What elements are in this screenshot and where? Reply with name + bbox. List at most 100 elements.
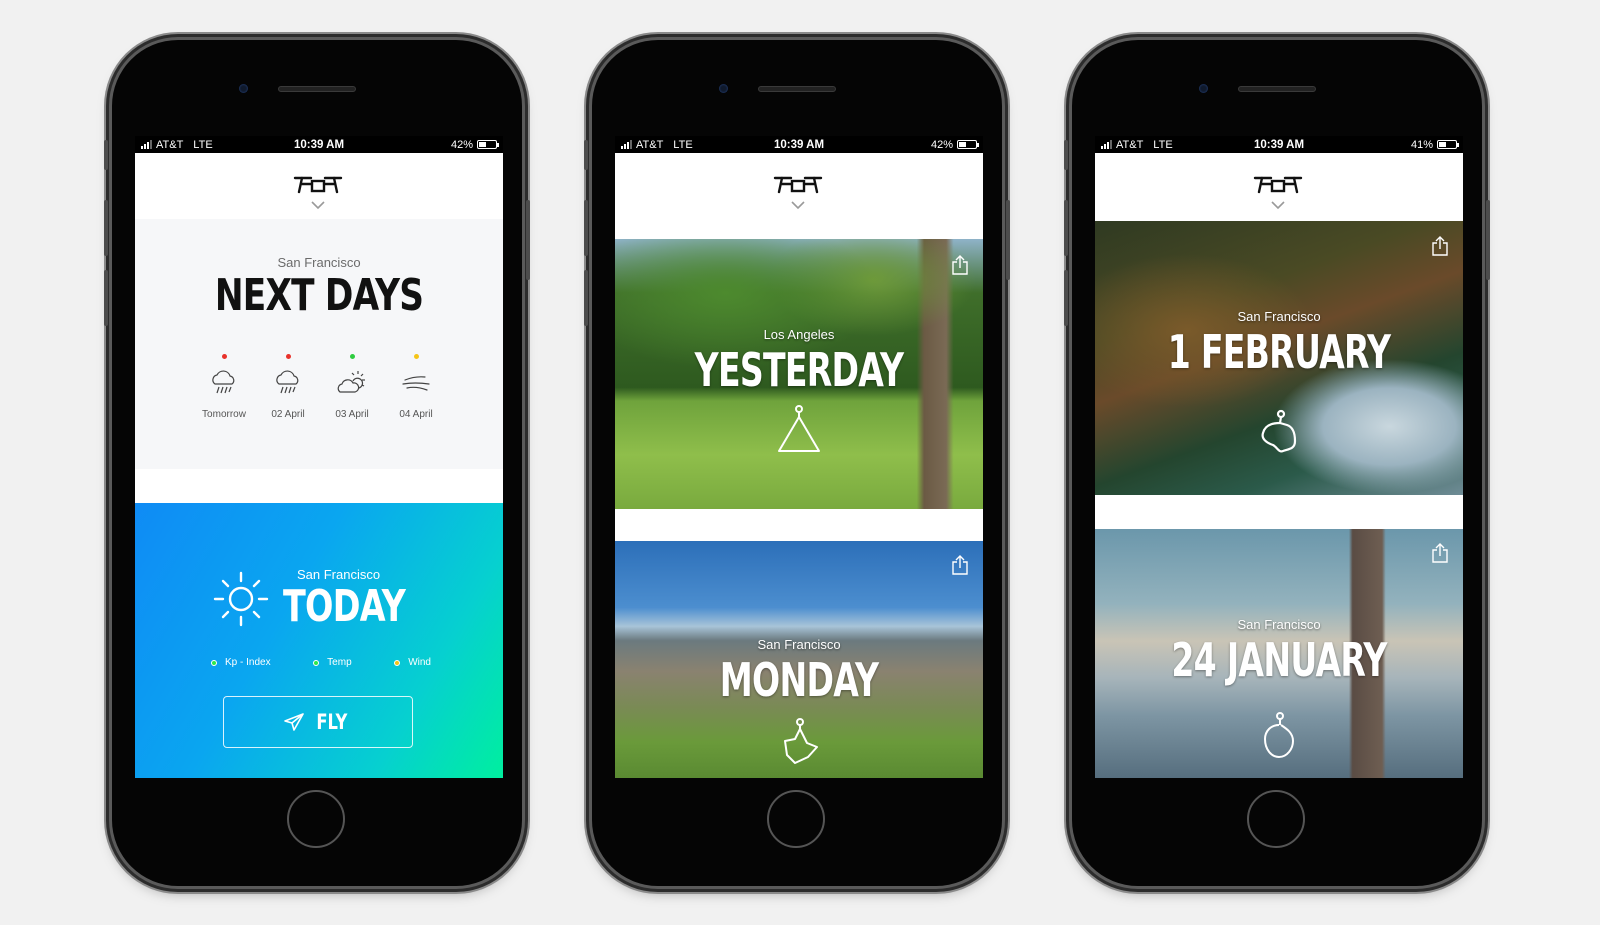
spacer bbox=[135, 469, 503, 503]
share-icon[interactable] bbox=[1431, 236, 1449, 256]
card-title: 1 FEBRUARY bbox=[1167, 325, 1391, 379]
forecast-item[interactable]: 02 April bbox=[259, 354, 317, 420]
spacer bbox=[1095, 495, 1463, 529]
indicator-dot bbox=[313, 659, 320, 666]
network-type: LTE bbox=[1153, 138, 1173, 151]
forecast-day: Tomorrow bbox=[202, 409, 246, 420]
carrier: AT&T bbox=[636, 138, 664, 151]
screen: AT&T LTE 10:39 AM 42% bbox=[135, 136, 503, 778]
city-label: San Francisco bbox=[757, 637, 841, 652]
forecast-item[interactable]: 03 April bbox=[323, 354, 381, 420]
chevron-down-icon[interactable] bbox=[311, 201, 325, 210]
signal-icon bbox=[1101, 140, 1112, 149]
front-camera bbox=[239, 84, 248, 93]
status-dot bbox=[349, 354, 355, 359]
rain-cloud-icon bbox=[276, 370, 299, 394]
clock: 10:39 AM bbox=[773, 138, 825, 151]
network-type: LTE bbox=[673, 138, 693, 151]
spacer bbox=[615, 509, 983, 541]
carrier: AT&T bbox=[1116, 138, 1144, 151]
forecast-item[interactable]: 04 April bbox=[387, 354, 445, 420]
flight-card[interactable]: Los Angeles YESTERDAY bbox=[615, 239, 983, 509]
flight-card[interactable]: San Francisco 1 FEBRUARY bbox=[1095, 221, 1463, 495]
signal-icon bbox=[141, 140, 152, 149]
app-showcase: AT&T LTE 10:39 AM 42% San Francisco NEXT… bbox=[0, 0, 1600, 925]
status-bar: AT&T LTE 10:39 AM 42% bbox=[135, 136, 503, 153]
battery: 41% bbox=[1411, 139, 1459, 151]
city-label: San Francisco bbox=[1237, 309, 1321, 324]
today-panel: San Francisco TODAY Kp - Index Temp Wind… bbox=[135, 503, 503, 778]
sun-icon bbox=[213, 571, 269, 627]
legend-label: Kp - Index bbox=[225, 657, 271, 668]
home-button[interactable] bbox=[767, 790, 825, 848]
app-header bbox=[1095, 153, 1463, 221]
phone-flight-history-2: AT&T LTE 10:39 AM 41% San Francisco 1 FE… bbox=[1064, 40, 1490, 886]
loop-route-icon bbox=[1264, 712, 1294, 758]
share-icon[interactable] bbox=[1431, 543, 1449, 563]
battery-icon bbox=[957, 140, 979, 149]
mute-switch bbox=[1064, 140, 1068, 170]
status-bar: AT&T LTE 10:39 AM 41% bbox=[1095, 136, 1463, 153]
card-title: MONDAY bbox=[719, 653, 879, 707]
battery-percent: 42% bbox=[930, 138, 953, 151]
home-button[interactable] bbox=[287, 790, 345, 848]
star-route-icon bbox=[784, 718, 818, 764]
volume-down-button bbox=[584, 270, 588, 326]
status-bar: AT&T LTE 10:39 AM 42% bbox=[615, 136, 983, 153]
city-label: San Francisco bbox=[277, 255, 361, 270]
city-label: San Francisco bbox=[297, 567, 381, 582]
forecast-day: 04 April bbox=[399, 409, 433, 420]
share-icon[interactable] bbox=[951, 255, 969, 275]
forecast-item[interactable]: Tomorrow bbox=[195, 354, 253, 420]
battery: 42% bbox=[930, 138, 979, 151]
forecast-list: Tomorrow 02 April 03 April 04 April bbox=[195, 354, 445, 420]
status-dot bbox=[221, 354, 227, 359]
drone-logo-icon[interactable] bbox=[292, 175, 344, 195]
home-button[interactable] bbox=[1247, 790, 1305, 848]
network-type: LTE bbox=[193, 138, 213, 151]
front-camera bbox=[719, 84, 728, 93]
flight-card[interactable]: San Francisco MONDAY bbox=[615, 541, 983, 778]
battery-icon bbox=[477, 140, 499, 149]
screen: AT&T LTE 10:39 AM 41% San Francisco 1 FE… bbox=[1095, 136, 1463, 778]
drone-logo-icon[interactable] bbox=[772, 175, 824, 195]
indicator-dot bbox=[211, 659, 217, 666]
legend-label: Wind bbox=[408, 657, 431, 668]
legend-item-temp: Temp bbox=[313, 657, 352, 668]
phone-next-days: AT&T LTE 10:39 AM 42% San Francisco NEXT… bbox=[104, 40, 530, 886]
wind-icon bbox=[402, 376, 430, 391]
fly-button[interactable]: FLY bbox=[223, 696, 413, 748]
section-title: TODAY bbox=[283, 581, 406, 632]
triangle-route-icon bbox=[778, 405, 820, 452]
volume-up-button bbox=[104, 200, 108, 256]
forecast-day: 03 April bbox=[335, 409, 369, 420]
volume-up-button bbox=[1064, 200, 1068, 256]
battery-icon bbox=[1437, 140, 1459, 149]
city-label: Los Angeles bbox=[763, 327, 835, 342]
fly-button-label: FLY bbox=[316, 710, 348, 734]
app-header bbox=[135, 153, 503, 219]
chevron-down-icon[interactable] bbox=[791, 201, 805, 210]
phone-flight-history: AT&T LTE 10:39 AM 42% Los Angeles YESTER… bbox=[584, 40, 1010, 886]
legend-item-wind: Wind bbox=[394, 657, 431, 668]
drone-logo-icon[interactable] bbox=[1252, 175, 1304, 195]
city-label: San Francisco bbox=[1237, 617, 1321, 632]
conditions-legend: Kp - Index Temp Wind bbox=[211, 657, 431, 668]
rain-cloud-icon bbox=[212, 370, 235, 394]
front-camera bbox=[1199, 84, 1208, 93]
status-dot bbox=[285, 354, 291, 359]
battery-percent: 42% bbox=[450, 138, 473, 151]
share-icon[interactable] bbox=[951, 555, 969, 575]
card-title: YESTERDAY bbox=[694, 343, 904, 397]
chevron-down-icon[interactable] bbox=[1271, 201, 1285, 210]
volume-up-button bbox=[584, 200, 588, 256]
mute-switch bbox=[104, 140, 108, 170]
screen: AT&T LTE 10:39 AM 42% bbox=[615, 136, 983, 778]
indicator-dot bbox=[394, 659, 401, 666]
volume-down-button bbox=[1064, 270, 1068, 326]
clock: 10:39 AM bbox=[1253, 138, 1305, 151]
paper-plane-icon bbox=[284, 713, 304, 731]
flight-card[interactable]: San Francisco 24 JANUARY bbox=[1095, 529, 1463, 778]
power-button bbox=[526, 200, 530, 280]
power-button bbox=[1486, 200, 1490, 280]
